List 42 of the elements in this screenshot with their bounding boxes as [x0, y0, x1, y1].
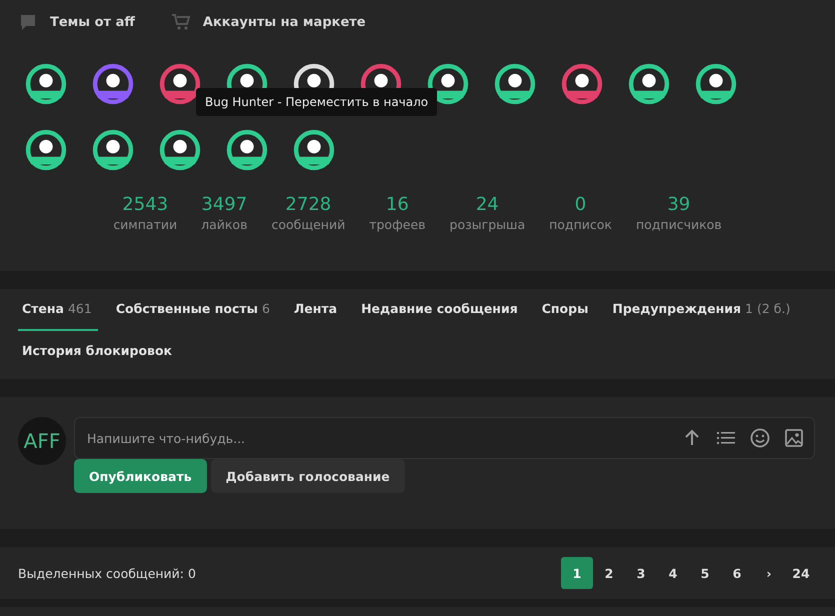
stat-label: подписчиков — [636, 217, 722, 232]
image-icon[interactable] — [784, 428, 804, 448]
page-link[interactable]: › — [753, 557, 785, 589]
page-link[interactable]: 6 — [721, 557, 753, 589]
tab[interactable]: Стена 461 — [18, 289, 98, 331]
stat-label: симпатии — [113, 217, 178, 232]
publish-button[interactable]: Опубликовать — [74, 459, 207, 493]
stat-label: подписок — [549, 217, 612, 232]
stat-label: сообщений — [271, 217, 346, 232]
nav-link[interactable]: Аккаунты на маркете — [170, 12, 366, 32]
stat-value[interactable]: 16 — [386, 194, 409, 215]
cart-icon — [170, 12, 191, 32]
page-link[interactable]: 1 — [561, 557, 593, 589]
page-link[interactable]: 2 — [593, 557, 625, 589]
stat-value[interactable]: 2728 — [285, 194, 332, 215]
tab[interactable]: Недавние сообщения — [357, 289, 524, 331]
tab[interactable]: История блокировок — [18, 331, 178, 373]
stat-label: розыгрыша — [450, 217, 526, 232]
stat-value[interactable]: 39 — [667, 194, 690, 215]
stat-value[interactable]: 0 — [574, 194, 586, 215]
tooltip: Bug Hunter - Переместить в начало — [196, 88, 438, 116]
stat-label: трофеев — [369, 217, 426, 232]
tab[interactable]: Предупреждения 1 (2 б.) — [608, 289, 796, 331]
smiley-icon[interactable] — [750, 428, 770, 448]
tab[interactable]: Споры — [538, 289, 594, 331]
message-box[interactable]: Напишите что-нибудь... — [74, 417, 815, 459]
page-link[interactable]: 5 — [689, 557, 721, 589]
avatar[interactable]: AFF — [18, 417, 66, 465]
tab[interactable]: Лента — [290, 289, 344, 331]
add-poll-button[interactable]: Добавить голосование — [210, 459, 405, 493]
page-link[interactable]: 24 — [785, 557, 817, 589]
stat-value[interactable]: 24 — [476, 194, 499, 215]
stat-label: лайков — [201, 217, 248, 232]
page-link[interactable]: 3 — [625, 557, 657, 589]
chat-icon — [18, 12, 38, 32]
stat-value[interactable]: 3497 — [201, 194, 248, 215]
message-input-field[interactable]: Напишите что-нибудь... — [85, 430, 668, 446]
stat-value[interactable]: 2543 — [122, 194, 168, 215]
page-link[interactable]: 4 — [657, 557, 689, 589]
tab[interactable]: Собственные посты 6 — [112, 289, 276, 331]
selected-count-text: Выделенных сообщений: 0 — [18, 566, 196, 580]
nav-link[interactable]: Темы от aff — [18, 12, 135, 32]
